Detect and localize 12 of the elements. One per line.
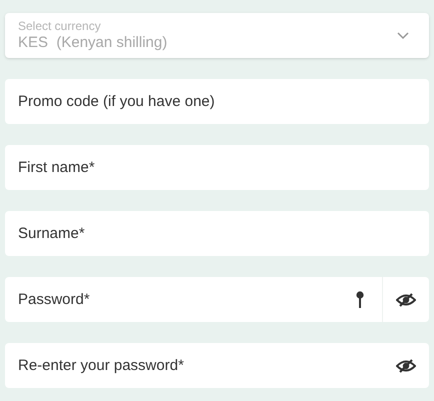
input-field[interactable]: Surname*: [5, 211, 429, 256]
select-value: KES (Kenyan shilling): [18, 34, 168, 52]
currency-select[interactable]: Select currency KES (Kenyan shilling): [5, 13, 429, 58]
input-field[interactable]: Promo code (if you have one): [5, 79, 429, 124]
eye-off-icon: [396, 358, 416, 372]
input-field[interactable]: First name*: [5, 145, 429, 190]
key-icon: [356, 290, 364, 308]
input-field[interactable]: Re-enter your password*: [5, 343, 429, 388]
chevron-down-icon: [397, 32, 409, 40]
input-field[interactable]: Password*: [5, 277, 429, 322]
eye-off-icon: [396, 292, 416, 306]
select-label: Select currency: [18, 18, 102, 34]
